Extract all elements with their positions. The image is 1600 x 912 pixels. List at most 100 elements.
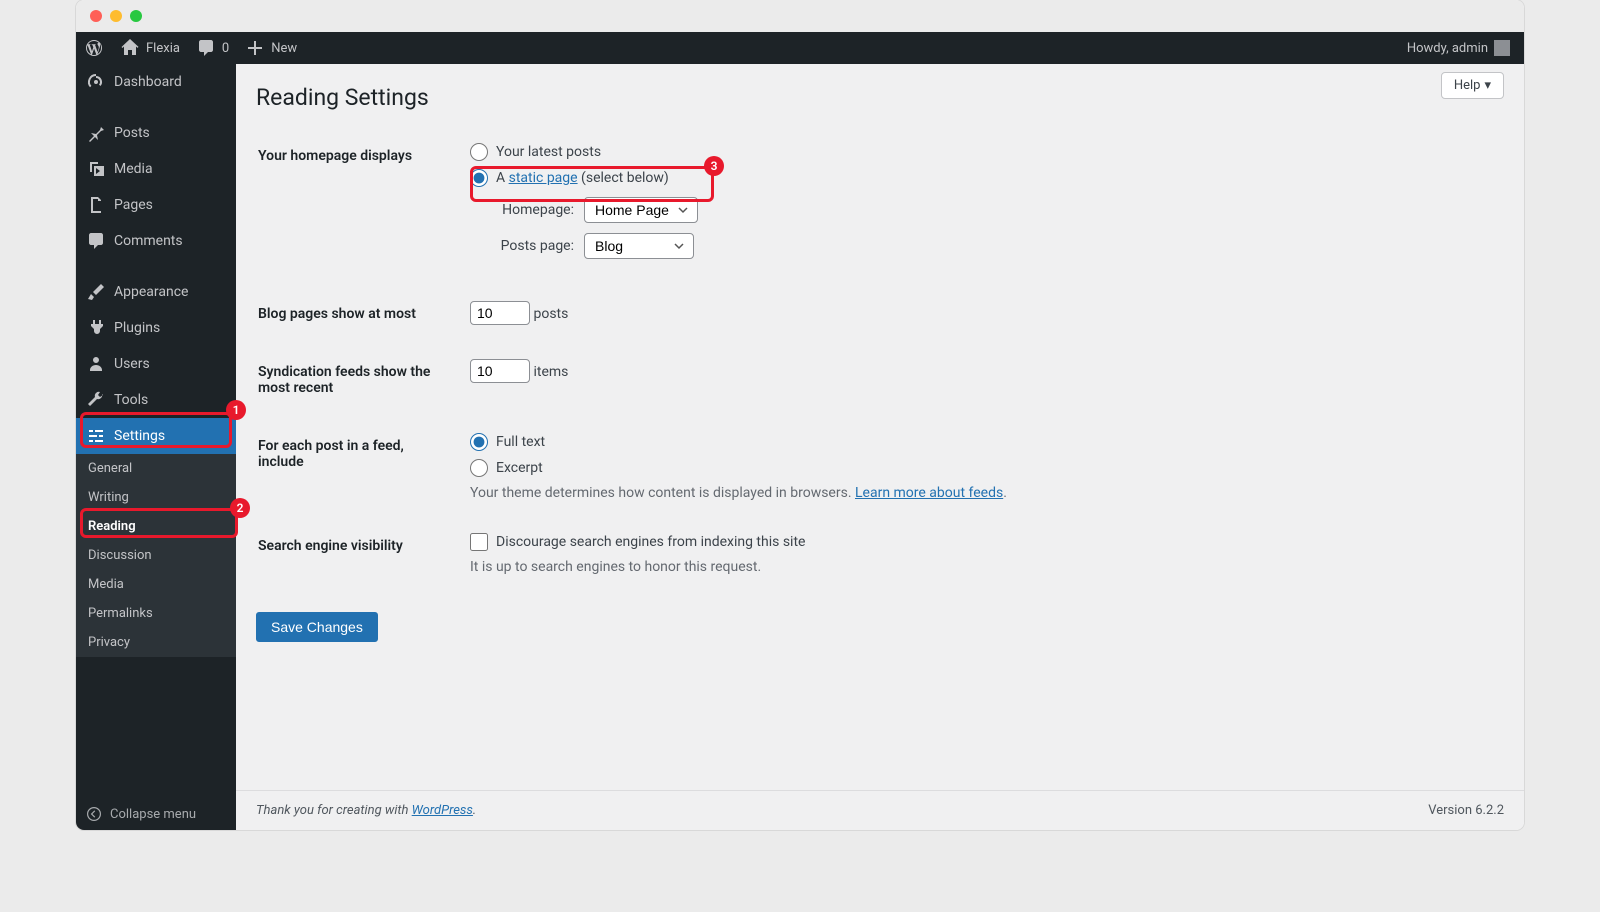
sidebar-item-label: Tools (114, 392, 148, 408)
home-icon (120, 38, 140, 58)
dashboard-icon (86, 72, 106, 92)
posts-page-select[interactable]: Blog (584, 233, 694, 259)
sidebar-item-pages[interactable]: Pages (76, 187, 236, 223)
radio-excerpt[interactable] (470, 459, 488, 477)
page-icon (86, 195, 106, 215)
sidebar-item-plugins[interactable]: Plugins (76, 310, 236, 346)
media-icon (86, 159, 106, 179)
howdy-text: Howdy, admin (1407, 41, 1488, 56)
feed-description: Your theme determines how content is dis… (470, 485, 1492, 501)
new-content-menu[interactable]: New (237, 32, 305, 64)
comment-icon (196, 38, 216, 58)
maximize-window-button[interactable] (130, 10, 142, 22)
version-text: Version 6.2.2 (1428, 803, 1504, 818)
footer-bar: Thank you for creating with WordPress. V… (236, 790, 1524, 830)
submenu-writing[interactable]: Writing (76, 483, 236, 512)
blog-pages-input[interactable] (470, 301, 530, 325)
submenu-privacy[interactable]: Privacy (76, 628, 236, 657)
site-name-label: Flexia (146, 41, 180, 56)
checkbox-discourage-search[interactable] (470, 533, 488, 551)
radio-latest-posts[interactable] (470, 143, 488, 161)
posts-page-select-label: Posts page: (494, 238, 574, 254)
wordpress-link[interactable]: WordPress (412, 803, 473, 818)
submenu-reading[interactable]: Reading (76, 512, 236, 541)
submenu-permalinks[interactable]: Permalinks (76, 599, 236, 628)
sidebar-item-settings[interactable]: Settings (76, 418, 236, 454)
sidebar-item-label: Users (114, 356, 150, 372)
sliders-icon (86, 426, 106, 446)
annotation-badge-2: 2 (230, 498, 250, 518)
blog-pages-unit: posts (533, 306, 568, 322)
comment-icon (86, 231, 106, 251)
static-page-link[interactable]: static page (509, 170, 578, 186)
submenu-general[interactable]: General (76, 454, 236, 483)
radio-static-page[interactable] (470, 169, 488, 187)
page-title: Reading Settings (256, 64, 1504, 126)
sidebar-item-media[interactable]: Media (76, 151, 236, 187)
annotation-badge-1: 1 (226, 400, 246, 420)
content-area: Help ▾ Reading Settings Your homepage di… (236, 64, 1524, 830)
pin-icon (86, 123, 106, 143)
user-icon (86, 354, 106, 374)
feed-include-label: For each post in a feed, include (258, 418, 458, 516)
comments-menu[interactable]: 0 (188, 32, 237, 64)
macos-title-bar (76, 0, 1524, 32)
homepage-displays-label: Your homepage displays (258, 128, 458, 284)
sidebar-item-label: Appearance (114, 284, 188, 300)
site-name-menu[interactable]: Flexia (112, 32, 188, 64)
help-label: Help (1454, 78, 1481, 93)
settings-submenu: General Writing Reading Discussion Media… (76, 454, 236, 657)
discourage-label[interactable]: Discourage search engines from indexing … (496, 534, 805, 550)
full-text-label[interactable]: Full text (496, 434, 545, 450)
brush-icon (86, 282, 106, 302)
latest-posts-label[interactable]: Your latest posts (496, 144, 601, 160)
homepage-select[interactable]: Home Page (584, 197, 698, 223)
learn-feeds-link[interactable]: Learn more about feeds (855, 485, 1003, 501)
sidebar-item-dashboard[interactable]: Dashboard (76, 64, 236, 100)
minimize-window-button[interactable] (110, 10, 122, 22)
collapse-icon (86, 806, 102, 822)
syndication-input[interactable] (470, 359, 530, 383)
submenu-discussion[interactable]: Discussion (76, 541, 236, 570)
static-page-label[interactable]: A static page (select below) (496, 170, 669, 186)
radio-full-text[interactable] (470, 433, 488, 451)
blog-pages-label: Blog pages show at most (258, 286, 458, 342)
plus-icon (245, 38, 265, 58)
save-button[interactable]: Save Changes (256, 612, 378, 642)
user-account-menu[interactable]: Howdy, admin (1399, 32, 1516, 64)
syndication-unit: items (533, 364, 568, 380)
sidebar-item-label: Plugins (114, 320, 160, 336)
close-window-button[interactable] (90, 10, 102, 22)
sidebar-item-tools[interactable]: Tools (76, 382, 236, 418)
collapse-menu-button[interactable]: Collapse menu (76, 798, 236, 830)
admin-sidebar: Dashboard Posts Media Pages Comment (76, 64, 236, 830)
chevron-down-icon: ▾ (1484, 78, 1491, 93)
sidebar-item-users[interactable]: Users (76, 346, 236, 382)
excerpt-label[interactable]: Excerpt (496, 460, 543, 476)
avatar (1494, 40, 1510, 56)
search-visibility-label: Search engine visibility (258, 518, 458, 590)
sidebar-item-label: Settings (114, 428, 165, 444)
wordpress-icon (84, 38, 104, 58)
homepage-select-label: Homepage: (494, 202, 574, 218)
sidebar-item-appearance[interactable]: Appearance (76, 274, 236, 310)
sidebar-item-label: Dashboard (114, 74, 182, 90)
sidebar-item-label: Comments (114, 233, 183, 249)
wp-logo-menu[interactable] (76, 32, 112, 64)
discourage-note: It is up to search engines to honor this… (470, 559, 1492, 575)
sidebar-item-label: Pages (114, 197, 153, 213)
wrench-icon (86, 390, 106, 410)
syndication-label: Syndication feeds show the most recent (258, 344, 458, 416)
submenu-media[interactable]: Media (76, 570, 236, 599)
sidebar-item-posts[interactable]: Posts (76, 115, 236, 151)
comments-count: 0 (222, 41, 229, 56)
admin-bar: Flexia 0 New Howdy, admin (76, 32, 1524, 64)
help-tab[interactable]: Help ▾ (1441, 72, 1504, 99)
annotation-badge-3: 3 (704, 156, 724, 176)
sidebar-item-comments[interactable]: Comments (76, 223, 236, 259)
sidebar-item-label: Posts (114, 125, 150, 141)
plug-icon (86, 318, 106, 338)
new-label: New (271, 41, 297, 56)
collapse-label: Collapse menu (110, 807, 196, 822)
footer-thanks: Thank you for creating with (256, 803, 412, 818)
